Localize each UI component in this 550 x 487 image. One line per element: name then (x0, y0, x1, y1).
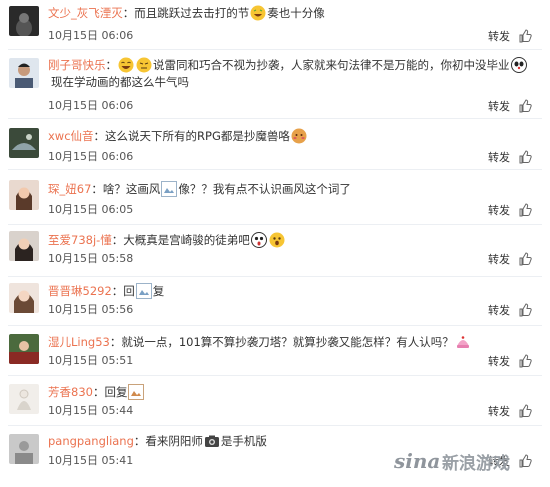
avatar[interactable] (9, 128, 39, 158)
like-thumb-icon[interactable] (518, 303, 532, 317)
comment-item: 刚子哥快乐： 说雷同和巧合不视为抄袭，人家就来句法律不是万能的，你初中没毕业 现在… (0, 50, 550, 119)
repost-button[interactable]: 转发 (488, 403, 510, 419)
comment-time: 10月15日 05:44 (48, 404, 134, 417)
comment-text-cont: 像？？我有点不认识画风这个词了 (178, 182, 351, 196)
comment-username[interactable]: pangpangliang (48, 434, 134, 448)
comment-username[interactable]: 芳香830 (48, 385, 93, 399)
avatar[interactable] (9, 283, 39, 313)
cake-emoji-icon (456, 336, 469, 348)
like-thumb-icon[interactable] (518, 404, 532, 418)
comment-username[interactable]: 文少_灰飞湮灭 (48, 6, 123, 20)
image-thumbnail-icon[interactable] (135, 283, 152, 299)
annoyed-emoji-icon (136, 57, 152, 73)
repost-button[interactable]: 转发 (488, 202, 510, 218)
comment-username[interactable]: 刚子哥快乐 (48, 58, 106, 72)
surprised-emoji-icon (269, 232, 285, 248)
repost-button[interactable]: 转发 (488, 28, 510, 44)
comment-username[interactable]: 至爱738j-懂 (48, 233, 112, 247)
comment-text-cont: 复 (152, 284, 165, 298)
comment-time: 10月15日 05:56 (48, 303, 134, 316)
comment-time: 10月15日 05:41 (48, 454, 134, 467)
like-thumb-icon[interactable] (518, 252, 532, 266)
comment-item: xwc仙音：这么说天下所有的RPG都是抄魔兽咯 10月15日 06:06 转发 (0, 119, 550, 170)
comment-time: 10月15日 06:05 (48, 203, 134, 216)
like-thumb-icon[interactable] (518, 354, 532, 368)
camera-icon (204, 435, 219, 447)
image-thumbnail-icon[interactable] (128, 384, 145, 400)
comment-item: 晋晋琳5292：回 复 10月15日 05:56 转发 (0, 277, 550, 326)
comment-time: 10月15日 06:06 (48, 150, 134, 163)
image-thumbnail-icon[interactable] (161, 181, 178, 197)
comment-username[interactable]: xwc仙音 (48, 129, 94, 143)
watermark-brand: sina (393, 449, 440, 473)
repost-button[interactable]: 转发 (488, 251, 510, 267)
comment-text: ：大概真是宫崎骏的徒弟吧 (111, 233, 250, 247)
comment-text: ：回 (111, 284, 135, 298)
avatar[interactable] (9, 6, 39, 36)
avatar[interactable] (9, 334, 39, 364)
laugh-emoji-icon (118, 57, 134, 73)
comment-text: ： (105, 58, 118, 72)
comment-text-cont: 奏也十分像 (267, 6, 325, 20)
comment-time: 10月15日 06:06 (48, 29, 134, 42)
sina-games-watermark: sina 新浪游戏 (392, 446, 542, 479)
like-thumb-icon[interactable] (518, 150, 532, 164)
comment-text: ：这么说天下所有的RPG都是抄魔兽咯 (93, 129, 290, 143)
comment-text: ：看来阴阳师 (133, 434, 203, 448)
watermark-site: 新浪游戏 (442, 453, 510, 474)
avatar[interactable] (9, 434, 39, 464)
comment-item: 至爱738j-懂：大概真是宫崎骏的徒弟吧 10月15日 05:58 转发 (0, 225, 550, 277)
comment-item: 湿儿Ling53：就说一点，101算不算抄袭刀塔？就算抄袭又能怎样？有人认吗？ … (0, 326, 550, 376)
like-thumb-icon[interactable] (518, 203, 532, 217)
comment-text: ：啥？这画风 (91, 182, 161, 196)
comment-item: 芳香830：回复 10月15日 05:44 转发 (0, 376, 550, 426)
avatar[interactable] (9, 384, 39, 414)
repost-button[interactable]: 转发 (488, 149, 510, 165)
sina-logo-icon: sina 新浪游戏 (393, 449, 510, 474)
comment-text: ：就说一点，101算不算抄袭刀塔？就算抄袭又能怎样？有人认吗？ (109, 335, 454, 349)
avatar[interactable] (9, 58, 39, 88)
shocked-emoji-icon (250, 232, 267, 248)
repost-button[interactable]: 转发 (488, 302, 510, 318)
comment-item: 文少_灰飞湮灭：而且跳跃过去击打的节 奏也十分像 10月15日 06:06 转发 (0, 0, 550, 50)
comment-username[interactable]: 湿儿Ling53 (48, 335, 110, 349)
comment-time: 10月15日 05:58 (48, 252, 134, 265)
panda-emoji-icon (510, 57, 527, 73)
grin-emoji-icon (250, 5, 266, 21)
comment-text-line2: 现在学动画的都这么牛气吗 (51, 75, 189, 89)
comment-text: ：回复 (92, 385, 128, 399)
like-thumb-icon[interactable] (518, 99, 532, 113)
comment-text: ：而且跳跃过去击打的节 (122, 6, 250, 20)
like-thumb-icon[interactable] (518, 29, 532, 43)
shy-emoji-icon (291, 128, 307, 144)
comment-username[interactable]: 琛_妞67 (48, 182, 91, 196)
comment-time: 10月15日 05:51 (48, 354, 134, 367)
comment-text-cont: 说雷同和巧合不视为抄袭，人家就来句法律不是万能的，你初中没毕业 (153, 58, 510, 72)
avatar[interactable] (9, 180, 39, 210)
repost-button[interactable]: 转发 (488, 353, 510, 369)
comment-text-cont: 是手机版 (220, 434, 267, 448)
comment-username[interactable]: 晋晋琳5292 (48, 284, 112, 298)
repost-button[interactable]: 转发 (488, 98, 510, 114)
comment-time: 10月15日 06:06 (48, 99, 134, 112)
avatar[interactable] (9, 231, 39, 261)
comment-item: 琛_妞67：啥？这画风 像？？我有点不认识画风这个词了 10月15日 06:05 … (0, 170, 550, 225)
